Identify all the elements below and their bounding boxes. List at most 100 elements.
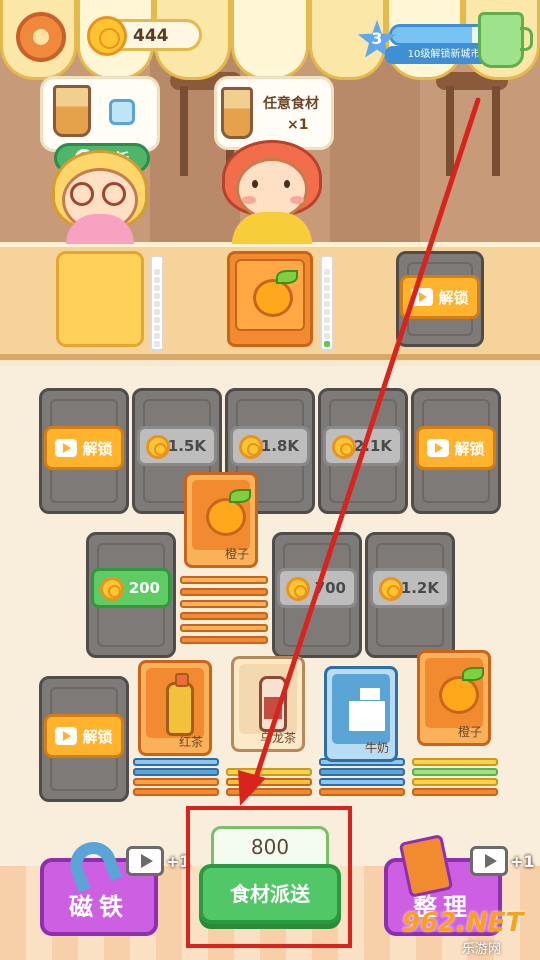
unlock-tile-button[interactable]: 解锁 <box>44 426 124 470</box>
unlock-label: 解锁 <box>438 288 469 307</box>
progress-segment <box>154 301 160 307</box>
coin-icon <box>379 577 403 601</box>
counter-slot-orange[interactable] <box>227 251 313 347</box>
ice-icon <box>109 99 135 125</box>
tutorial-highlight-box <box>186 806 352 948</box>
ingredient-label: 橙子 <box>224 547 249 561</box>
coin-icon <box>239 435 263 459</box>
buy-tile-button[interactable]: 1.2K <box>370 568 450 608</box>
tile-price: 200 <box>128 579 160 597</box>
drink-icon <box>53 85 91 137</box>
glasses-icon <box>70 182 94 206</box>
orange-icon <box>206 489 251 536</box>
counter-slot-empty[interactable] <box>56 251 144 347</box>
progress-segment <box>324 317 330 323</box>
sort-bonus: +1 <box>510 852 535 871</box>
orange-icon <box>439 667 484 714</box>
stool-leg <box>180 86 188 176</box>
progress-segment <box>154 325 160 331</box>
coin-balance: 444 <box>87 16 202 56</box>
stool-leg <box>492 86 500 176</box>
milk-icon <box>346 685 388 734</box>
ingredient-card: 牛奶 <box>324 666 398 762</box>
customer-order-bubble <box>40 76 160 152</box>
new-city-cup-icon[interactable] <box>478 12 533 68</box>
video-ad-icon <box>427 439 450 457</box>
coin-icon <box>100 577 124 601</box>
video-ad-icon <box>411 288 434 306</box>
unlock-tile-button[interactable]: 解锁 <box>416 426 496 470</box>
customer-eye <box>252 180 258 188</box>
unlock-label: 解锁 <box>82 727 113 746</box>
orange-icon <box>253 270 298 317</box>
level-progress-bar <box>389 24 489 46</box>
unlock-label: 解锁 <box>454 439 485 458</box>
coin-icon <box>146 435 170 459</box>
video-ad-icon <box>55 727 78 745</box>
progress-segment <box>324 325 330 331</box>
progress-segment <box>154 341 160 347</box>
progress-segment <box>324 277 330 283</box>
buy-tile-button[interactable]: 2.1K <box>323 426 403 466</box>
video-ad-icon <box>470 846 508 876</box>
video-ad-icon <box>126 846 164 876</box>
unlock-tile-button[interactable]: 解锁 <box>44 714 124 758</box>
unlock-counter-button[interactable]: 解锁 <box>400 275 480 319</box>
progress-segment <box>324 285 330 291</box>
progress-segment <box>154 285 160 291</box>
progress-segment <box>154 269 160 275</box>
watermark: 962.NET 乐游网 <box>396 908 536 957</box>
black-tea-icon <box>166 673 194 736</box>
customer-face <box>236 158 308 220</box>
buy-tile-button[interactable]: 1.8K <box>230 426 310 466</box>
progress-segment <box>154 333 160 339</box>
tile-price: 700 <box>314 579 346 597</box>
buy-tile-button[interactable]: 700 <box>277 568 357 608</box>
buy-tile-button[interactable]: 1.5K <box>137 426 217 466</box>
progress-segment <box>154 293 160 299</box>
order-text: 任意食材 <box>263 96 319 112</box>
tile-price: 1.5K <box>167 437 206 455</box>
tile-price: 2.1K <box>353 437 392 455</box>
stool-leg <box>446 86 454 176</box>
watermark-sub: 乐游网 <box>462 942 502 957</box>
progress-segment <box>154 277 160 283</box>
level-progress-fill <box>392 27 472 43</box>
ingredient-card: 橙子 <box>184 472 258 568</box>
buy-tile-button[interactable]: 200 <box>91 568 171 608</box>
ingredient-label: 乌龙茶 <box>259 731 296 745</box>
progress-segment <box>324 293 330 299</box>
slot-progress-meter <box>320 255 334 351</box>
ingredient-card: 乌龙茶 <box>231 656 305 752</box>
progress-segment <box>324 269 330 275</box>
oolong-tea-icon <box>259 676 287 732</box>
progress-segment <box>324 309 330 315</box>
ingredient-card: 橙子 <box>417 650 491 746</box>
customer-cheek <box>290 196 304 204</box>
coin-icon <box>332 435 356 459</box>
video-ad-icon <box>55 439 78 457</box>
glasses-icon <box>102 182 126 206</box>
coin-icon <box>286 577 310 601</box>
progress-segment <box>154 317 160 323</box>
customer-cheek <box>242 196 256 204</box>
tile-price: 1.2K <box>400 579 439 597</box>
coin-icon <box>87 16 127 56</box>
progress-segment <box>324 341 330 347</box>
level-progress[interactable]: 3 10级解锁新城市 <box>357 16 503 66</box>
tile-price: 1.8K <box>260 437 299 455</box>
progress-segment <box>324 333 330 339</box>
progress-segment <box>154 309 160 315</box>
coin-balance-value: 444 <box>133 26 169 46</box>
settings-gear-icon[interactable] <box>16 12 66 62</box>
drink-icon <box>221 87 253 139</box>
slot-progress-meter <box>150 255 164 351</box>
ingredient-label: 牛奶 <box>364 741 389 755</box>
ingredient-label: 红茶 <box>178 735 203 749</box>
progress-segment <box>324 301 330 307</box>
ingredient-label: 橙子 <box>457 725 482 739</box>
customer-eye <box>284 180 290 188</box>
customer-order-bubble: 任意食材 ×1 <box>214 76 334 150</box>
order-count: ×1 <box>287 117 309 133</box>
ingredient-card: 红茶 <box>138 660 212 756</box>
